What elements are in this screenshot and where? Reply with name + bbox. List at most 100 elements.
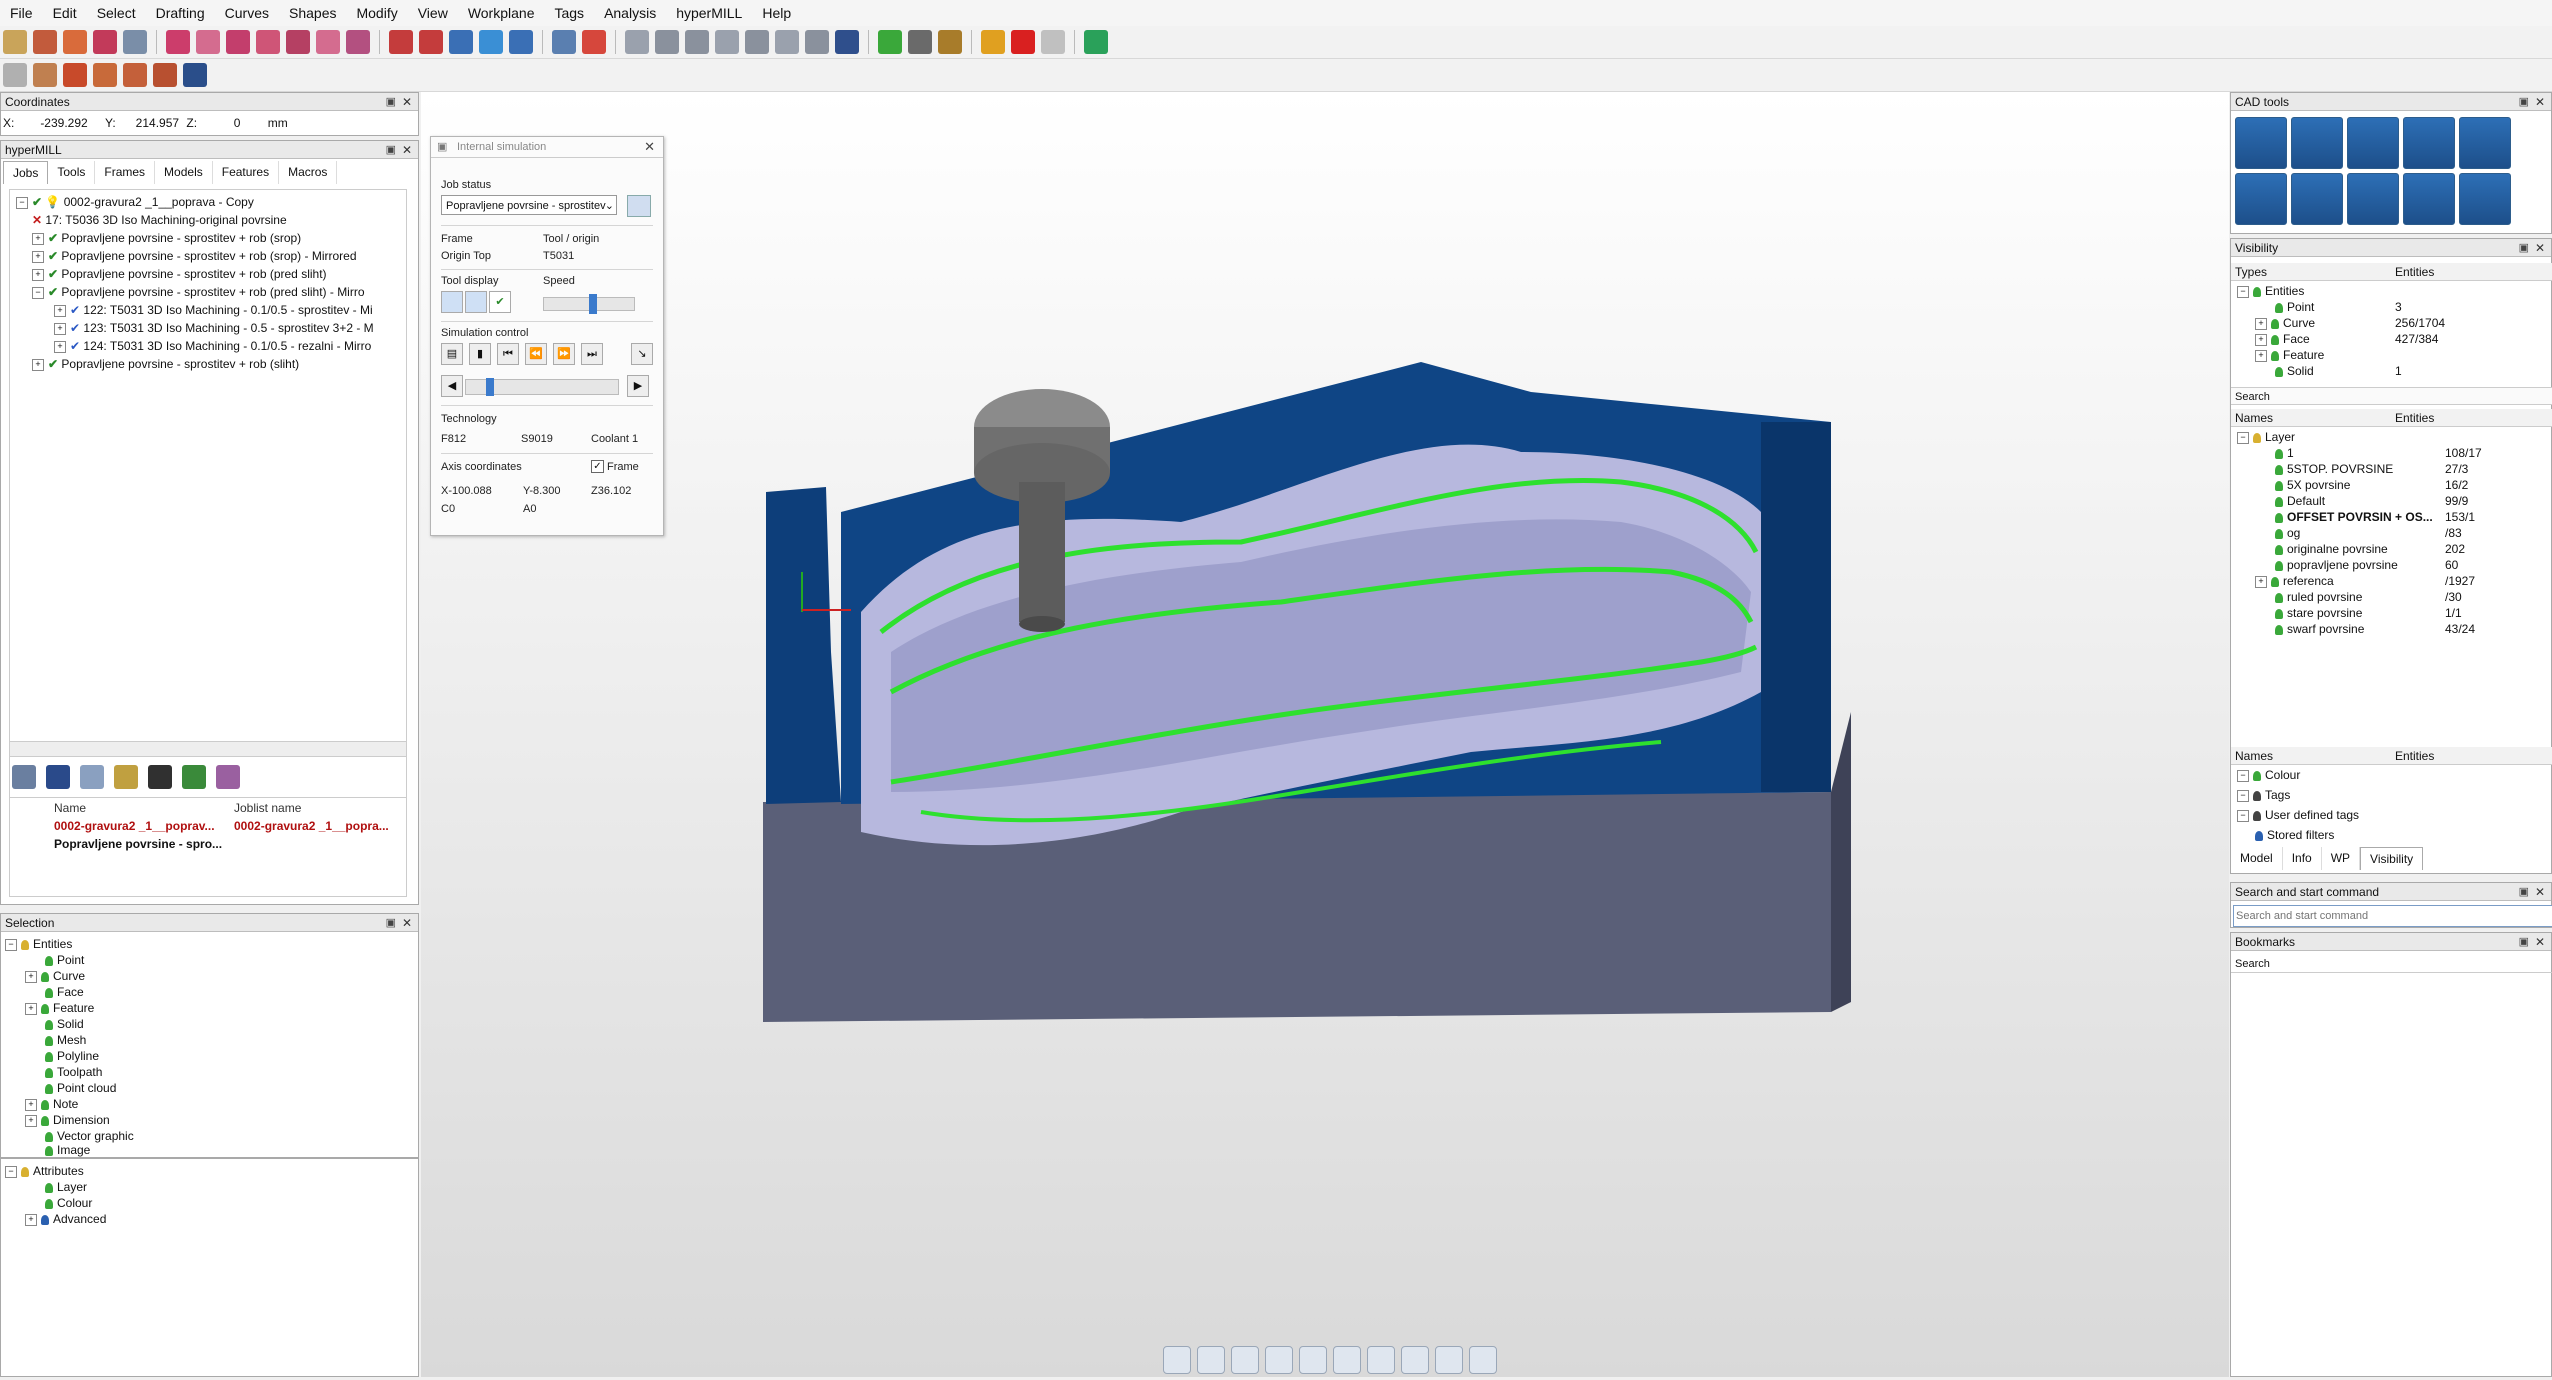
sim-back-icon[interactable]: ⏪ <box>525 343 547 365</box>
measure-tool-icon[interactable] <box>479 30 503 54</box>
layer-row[interactable]: 5X povrsine <box>2275 477 2350 493</box>
selection-item[interactable]: Solid <box>45 1016 84 1032</box>
attributes-item[interactable]: Colour <box>45 1195 92 1211</box>
sim-step-icon[interactable]: ↘ <box>631 343 653 365</box>
selection-item[interactable]: + Dimension <box>25 1112 110 1128</box>
boolean-icon[interactable] <box>153 63 177 87</box>
job-item[interactable]: + ✔ 122: T5031 3D Iso Machining - 0.1/0.5… <box>54 302 373 318</box>
job-tree-scrollbar[interactable] <box>9 741 407 757</box>
layer-row[interactable]: Default <box>2275 493 2325 509</box>
type-row[interactable]: + Curve <box>2255 315 2315 331</box>
sim-progress-thumb[interactable] <box>486 378 494 396</box>
attributes-item[interactable]: + Advanced <box>25 1211 106 1227</box>
sim-stop-icon[interactable]: ▮ <box>469 343 491 365</box>
menu-help[interactable]: Help <box>752 0 801 26</box>
line-tool-icon[interactable] <box>33 30 57 54</box>
menu-workplane[interactable]: Workplane <box>458 0 545 26</box>
view-front-icon[interactable] <box>685 30 709 54</box>
frame-checkbox[interactable]: ✓ <box>591 460 604 473</box>
selection-item[interactable]: + Note <box>25 1096 78 1112</box>
sim-end-icon[interactable]: ⏭ <box>581 343 603 365</box>
job-item[interactable]: + ✔ Popravljene povrsine - sprostitev + r… <box>32 248 357 264</box>
pin-icon[interactable]: ▣ <box>2519 883 2529 901</box>
pin-icon[interactable]: ▣ <box>386 141 396 159</box>
shell-icon[interactable] <box>123 63 147 87</box>
menu-hypermill[interactable]: hyperMILL <box>666 0 752 26</box>
render-icon[interactable] <box>835 30 859 54</box>
layer-row[interactable]: popravljene povrsine <box>2275 557 2398 573</box>
text-tool-icon[interactable] <box>389 30 413 54</box>
menu-shapes[interactable]: Shapes <box>279 0 346 26</box>
layout-icon[interactable] <box>1084 30 1108 54</box>
layer-row[interactable]: og <box>2275 525 2300 541</box>
rectangle-tool-icon[interactable] <box>166 30 190 54</box>
spline-tool-icon[interactable] <box>93 30 117 54</box>
layer-row[interactable]: 1 <box>2275 445 2294 461</box>
wireframe-icon[interactable] <box>1469 1346 1497 1374</box>
probe-icon[interactable] <box>1367 1346 1395 1374</box>
close-icon[interactable]: ✕ <box>2535 933 2545 951</box>
pin-icon[interactable]: ▣ <box>2519 239 2529 257</box>
cad-tool-5-icon[interactable] <box>2459 117 2511 169</box>
workplane-icon[interactable] <box>552 30 576 54</box>
menu-tags[interactable]: Tags <box>544 0 594 26</box>
layer-row[interactable]: originalne povrsine <box>2275 541 2388 557</box>
polygon-tool-icon[interactable] <box>196 30 220 54</box>
tab-frames[interactable]: Frames <box>95 161 156 184</box>
tool-icon[interactable] <box>1401 1346 1429 1374</box>
sim-forward-icon[interactable]: ⏩ <box>553 343 575 365</box>
job-item[interactable]: ✕ 17: T5036 3D Iso Machining-original po… <box>32 212 287 228</box>
layer-row[interactable]: ruled povrsine <box>2275 589 2362 605</box>
3d-viewport[interactable] <box>421 92 2229 1377</box>
tab-visibility[interactable]: Visibility <box>2360 847 2424 870</box>
surface-icon[interactable] <box>183 63 207 87</box>
layer-row[interactable]: + referenca <box>2255 573 2334 589</box>
view-top-icon[interactable] <box>655 30 679 54</box>
chamfer-tool-icon[interactable] <box>346 30 370 54</box>
pick-icon[interactable] <box>33 63 57 87</box>
pen-icon[interactable] <box>1435 1346 1463 1374</box>
close-icon[interactable]: ✕ <box>2535 93 2545 111</box>
shade-icon[interactable] <box>938 30 962 54</box>
speed-slider-thumb[interactable] <box>589 294 597 314</box>
group-row[interactable]: Stored filters <box>2255 827 2334 843</box>
axis-icon[interactable] <box>582 30 606 54</box>
select-tool-icon[interactable] <box>3 30 27 54</box>
type-row[interactable]: Point <box>2275 299 2314 315</box>
selection-item[interactable]: Image <box>45 1142 90 1158</box>
circle-tool-icon[interactable] <box>226 30 250 54</box>
sim-reset-icon[interactable]: ▤ <box>441 343 463 365</box>
cad-tool-3-icon[interactable] <box>2347 117 2399 169</box>
tab-tools[interactable]: Tools <box>48 161 96 184</box>
selection-item[interactable]: Toolpath <box>45 1064 102 1080</box>
layer-row[interactable]: − Layer <box>2237 429 2295 445</box>
selection-item[interactable]: Face <box>45 984 84 1000</box>
pin-icon[interactable]: ▣ <box>386 914 396 932</box>
close-icon[interactable]: ✕ <box>402 141 412 159</box>
group-row[interactable]: − User defined tags <box>2237 807 2359 823</box>
menu-modify[interactable]: Modify <box>346 0 407 26</box>
view-bottom-icon[interactable] <box>805 30 829 54</box>
text2-tool-icon[interactable] <box>419 30 443 54</box>
joblist-row-name[interactable]: 0002-gravura2 _1__poprav... <box>54 818 215 834</box>
tool-display-holder-icon[interactable] <box>465 291 487 313</box>
tab-jobs[interactable]: Jobs <box>3 161 49 184</box>
menu-drafting[interactable]: Drafting <box>146 0 215 26</box>
dimension-tool-icon[interactable] <box>449 30 473 54</box>
copy-job-icon[interactable] <box>80 765 104 789</box>
tab-model[interactable]: Model <box>2231 847 2283 870</box>
menu-file[interactable]: File <box>0 0 43 26</box>
layer-row[interactable]: stare povrsine <box>2275 605 2362 621</box>
joblist-row-joblist[interactable]: 0002-gravura2 _1__popra... <box>234 818 389 834</box>
job-tree-root[interactable]: − ✔ 💡 0002-gravura2 _1__poprava - Copy <box>16 194 254 210</box>
selection-item[interactable]: + Feature <box>25 1000 94 1016</box>
tab-features[interactable]: Features <box>213 161 280 184</box>
sim-progress-track[interactable] <box>465 378 619 396</box>
attributes-item[interactable]: − Attributes <box>5 1163 84 1179</box>
speed-slider-track[interactable] <box>543 294 635 314</box>
search-command-input[interactable] <box>2233 905 2552 927</box>
simulate-icon[interactable] <box>216 765 240 789</box>
view-left-icon[interactable] <box>775 30 799 54</box>
job-refresh-icon[interactable] <box>627 195 651 217</box>
grid-icon[interactable] <box>908 30 932 54</box>
